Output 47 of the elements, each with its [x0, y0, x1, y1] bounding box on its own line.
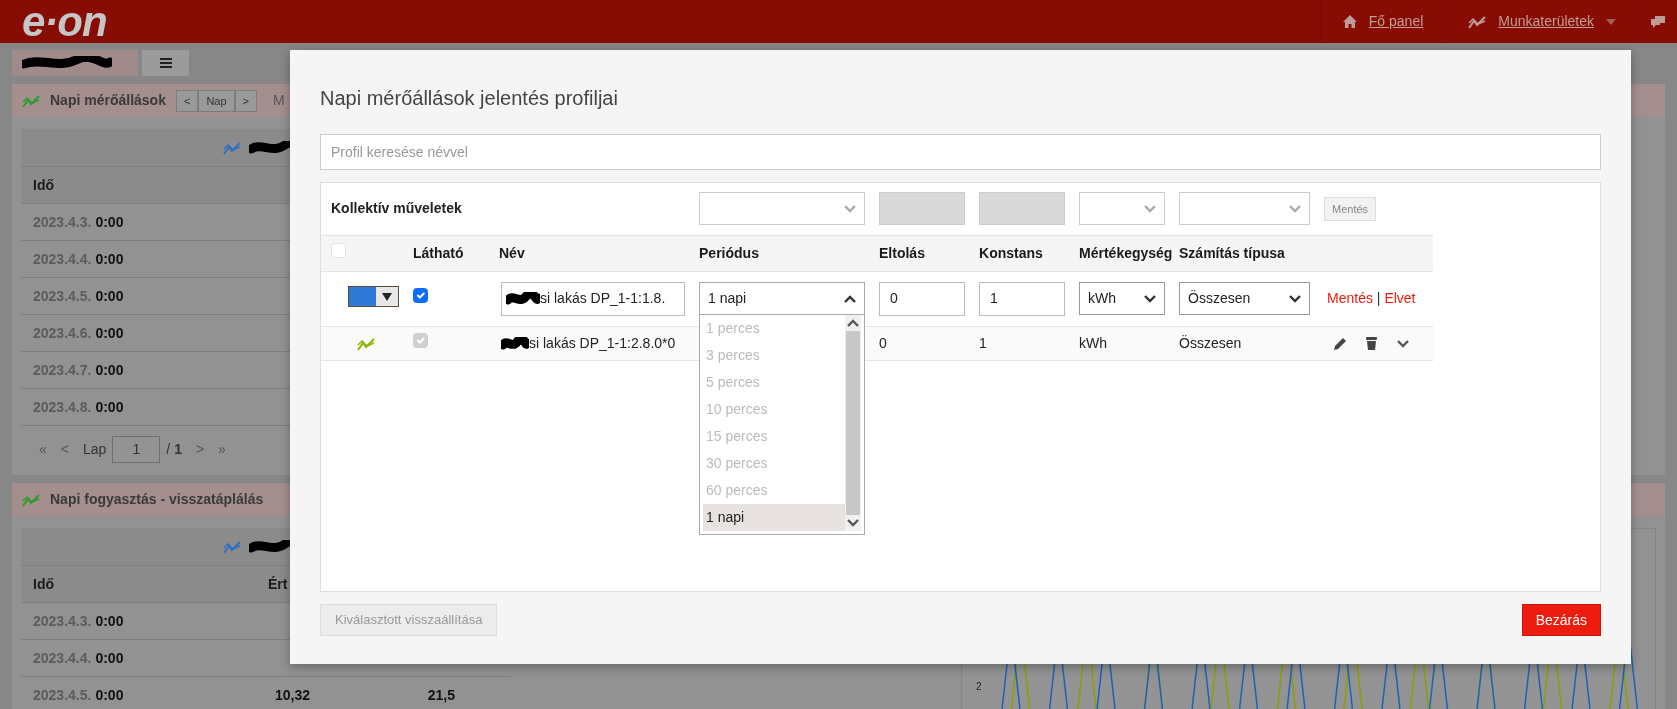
panel-title: Napi fogyasztás - visszatáplálás — [50, 490, 264, 509]
column-header: Látható — [413, 244, 464, 261]
column-header: Mértékegység — [1079, 244, 1173, 261]
previous-page-link[interactable]: < — [60, 439, 69, 460]
first-page-link[interactable]: « — [39, 439, 47, 460]
period-option[interactable]: 1 napi — [703, 504, 846, 531]
brand-logo[interactable]: e·on — [22, 0, 107, 43]
period-nav-button[interactable]: > — [234, 89, 257, 112]
save-link[interactable]: Mentés — [1327, 290, 1373, 306]
period-nav-button[interactable]: Nap — [198, 89, 235, 112]
value-cell-text: 10,32 — [273, 685, 310, 705]
close-button[interactable]: Bezárás — [1521, 604, 1601, 636]
profile-name: si lakás DP_1-1:2.8.0*0 — [529, 334, 676, 351]
last-page-link[interactable]: » — [218, 439, 226, 460]
unit-dropdown[interactable]: kWh — [1079, 282, 1166, 315]
name-input-field[interactable]: si lakás DP_1-1:1.8. — [501, 281, 686, 316]
offset-value: 0 — [879, 334, 887, 351]
constant-value: 1 — [979, 334, 987, 351]
panel-label: M — [273, 91, 285, 110]
constant-input-field[interactable]: 1 — [979, 281, 1066, 316]
dialog-title: Napi mérőállások jelentés profiljai — [320, 86, 619, 110]
period-nav-button[interactable]: < — [175, 89, 199, 112]
column-header: Konstans — [979, 244, 1043, 261]
bulk-actions-label: Kollektív műveletek — [331, 200, 462, 217]
column-header: Ért — [268, 574, 289, 594]
period-dropdown[interactable]: 1 napi — [699, 282, 866, 315]
panel-title: Napi mérőállások — [50, 91, 166, 110]
column-header: Idő — [33, 175, 55, 195]
page-input[interactable]: 1 — [112, 436, 161, 463]
page-total: / 1 — [166, 440, 182, 459]
column-header: Eltolás — [879, 244, 925, 261]
search-field[interactable]: Profil keresése névvel — [320, 134, 1601, 170]
next-page-link[interactable]: > — [195, 439, 205, 460]
unit-value: kWh — [1079, 334, 1108, 351]
column-header: Név — [499, 244, 525, 261]
value-cell-text: 21,5 — [426, 685, 455, 705]
column-header: Idő — [33, 574, 55, 594]
link-separator: | — [1375, 290, 1382, 306]
nav-link[interactable]: Fő panel — [1319, 0, 1446, 43]
calculation-type-value: Összesen — [1179, 334, 1242, 351]
column-header: Periódus — [699, 244, 759, 261]
calculation-type-dropdown[interactable]: Összesen — [1179, 282, 1311, 315]
column-header: Számítás típusa — [1179, 244, 1285, 261]
page-label: Lap — [83, 440, 107, 459]
cancel-link[interactable]: Elvet — [1384, 290, 1416, 306]
nav-link[interactable]: Munkaterületek — [1445, 0, 1638, 43]
offset-input-field[interactable]: 0 — [879, 281, 966, 316]
